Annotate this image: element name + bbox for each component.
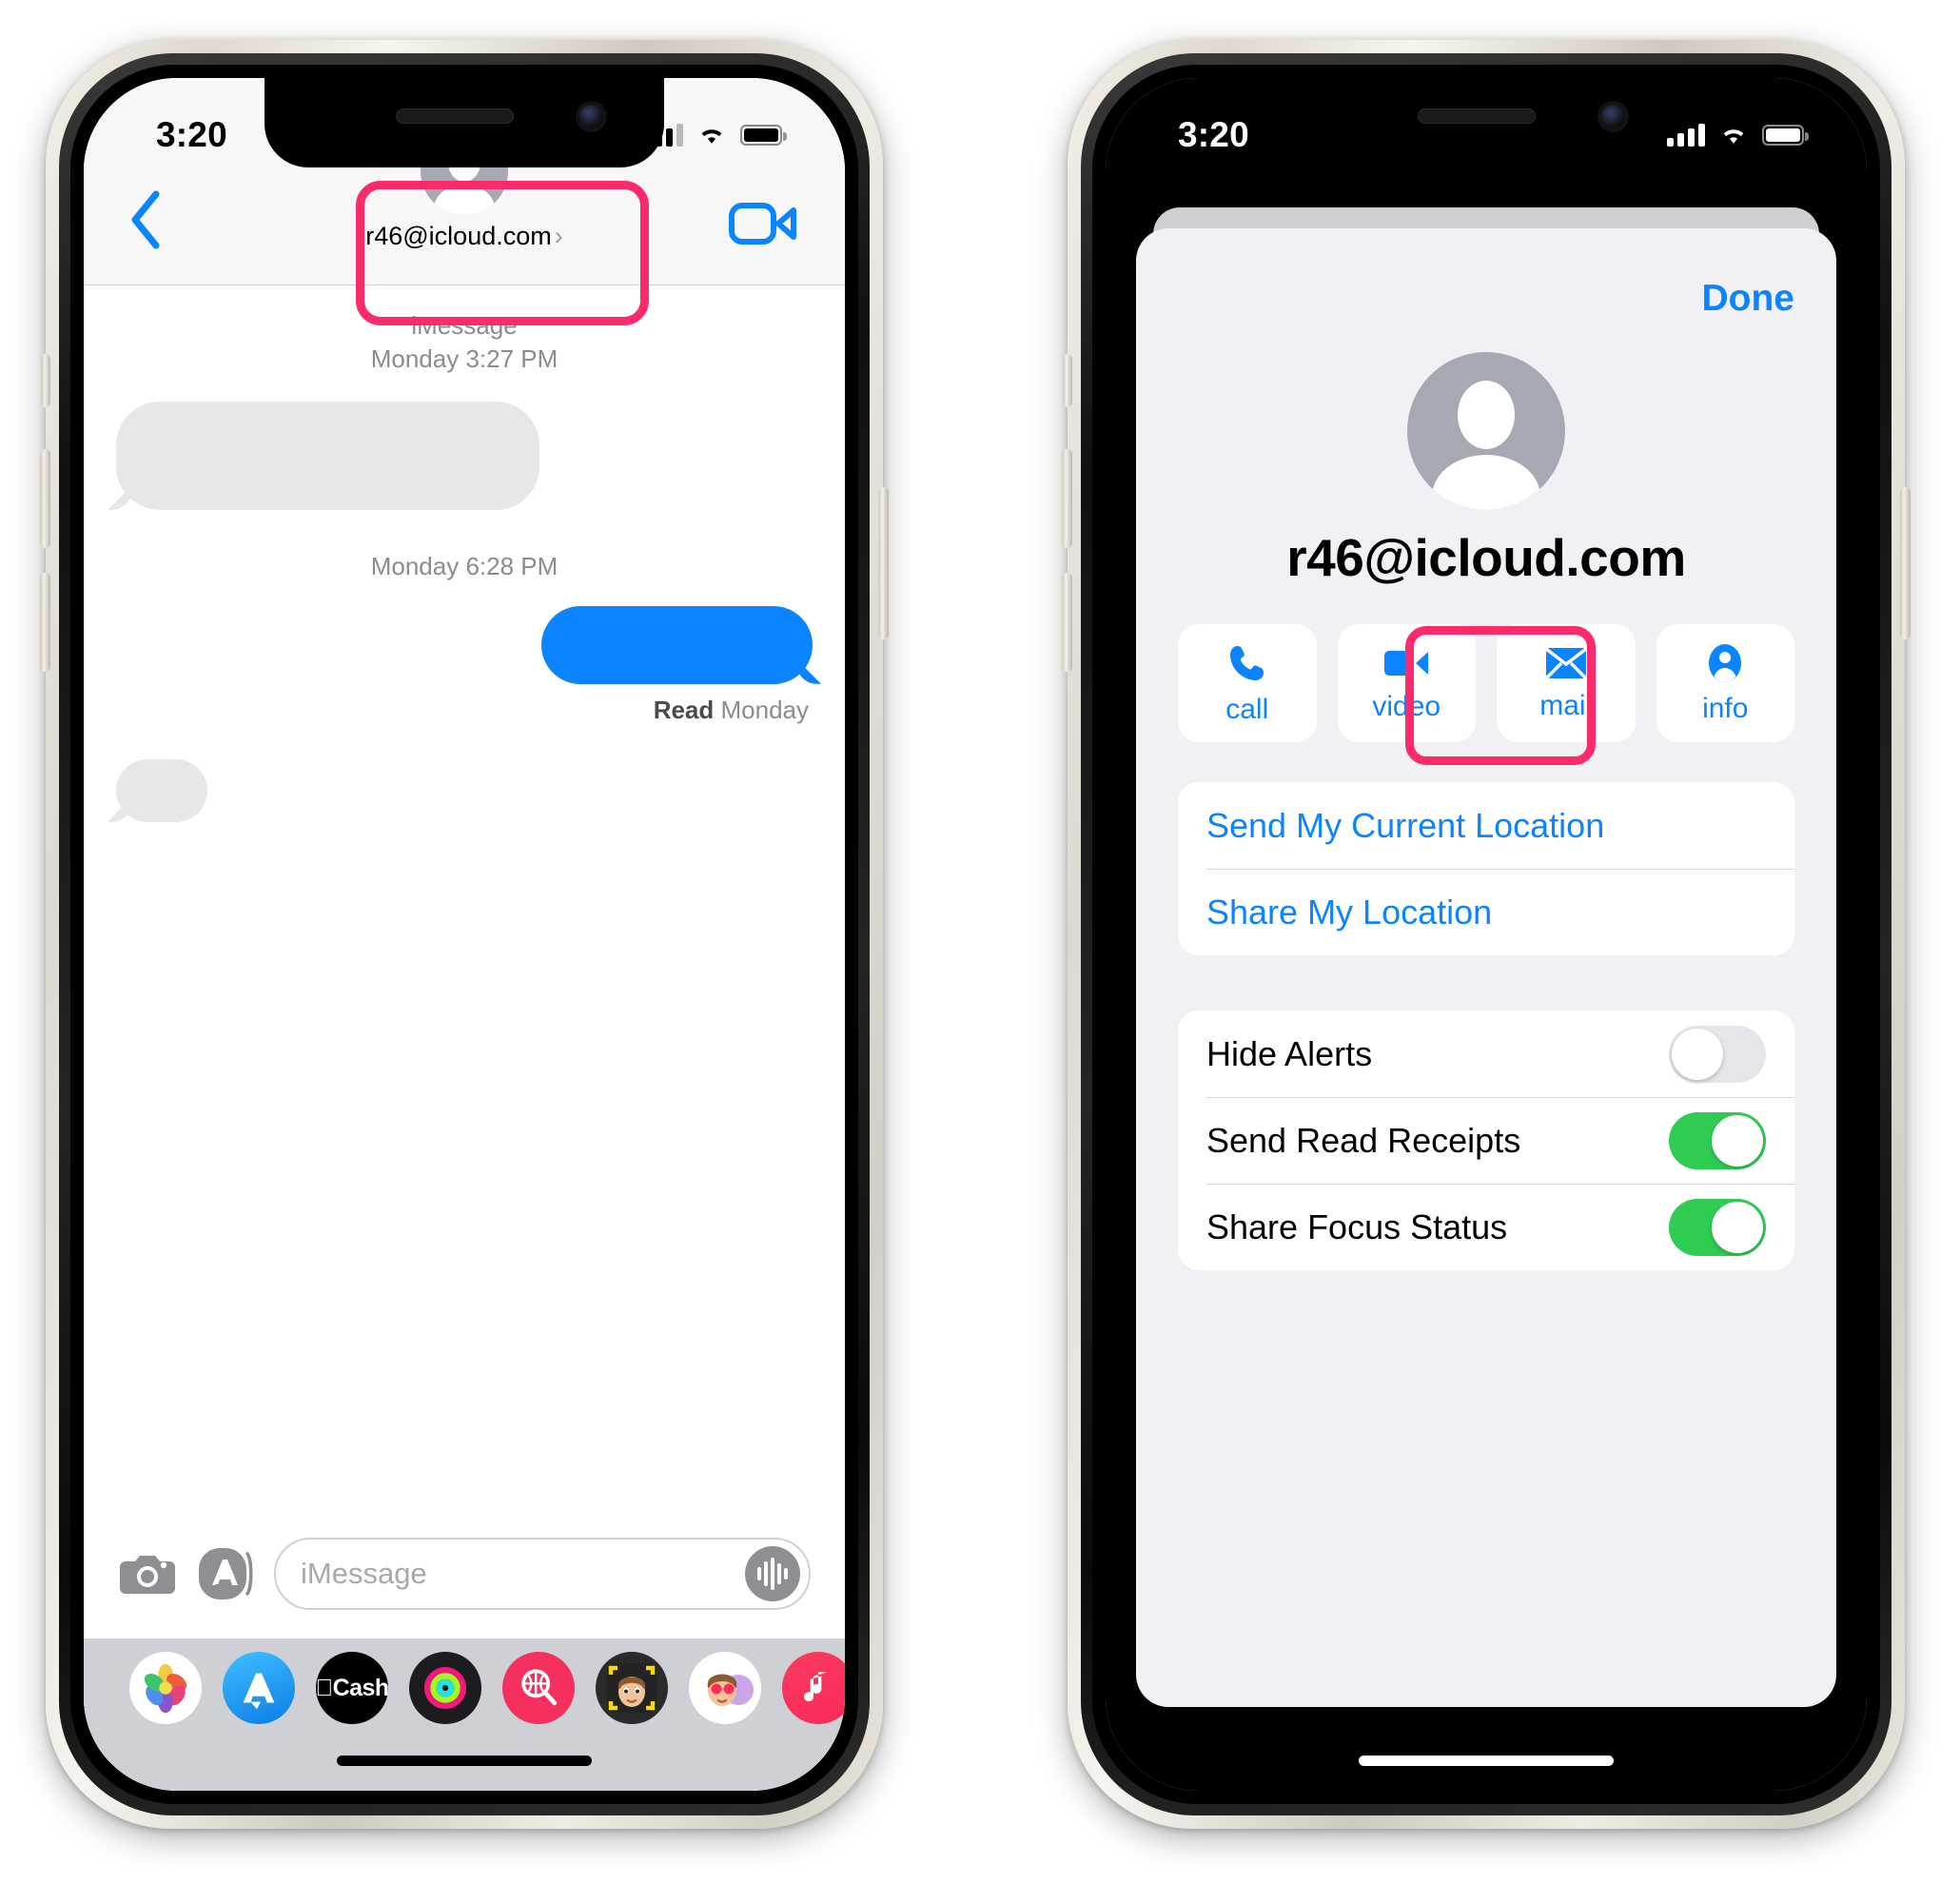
video-camera-icon [1384,650,1429,676]
service-and-time-header: iMessage Monday 3:27 PM [84,309,845,375]
phone-icon [1229,645,1264,680]
incoming-message-bubble[interactable] [116,402,539,511]
read-receipt: Read Monday [84,696,845,725]
send-current-location-row[interactable]: Send My Current Location [1178,782,1794,869]
camera-icon[interactable] [118,1544,177,1603]
read-receipt-value: Monday [720,695,810,724]
app-store-app-icon[interactable] [223,1652,295,1724]
right-screen: 3:20 Done r46@icloud.com call video mail… [1106,78,1867,1791]
video-camera-icon[interactable] [729,200,797,247]
iphone-device-right: 3:20 Done r46@icloud.com call video mail… [1062,40,1911,1829]
home-indicator[interactable] [1359,1756,1614,1766]
send-read-receipts-toggle[interactable] [1669,1111,1766,1169]
side-power-button[interactable] [878,487,889,639]
hide-alerts-toggle[interactable] [1669,1025,1766,1083]
volume-up-button[interactable] [1062,449,1072,548]
home-indicator[interactable] [337,1756,592,1766]
status-bar-right: 3:20 [1106,78,1867,169]
contact-title: r46@icloud.com [1286,528,1686,587]
send-current-location-label: Send My Current Location [1206,805,1605,845]
location-group: Send My Current Location Share My Locati… [1178,782,1794,955]
person-circle-icon [1709,643,1742,682]
message-input-bar: iMessage [84,1509,845,1638]
apple-cash-app-icon[interactable]: Cash [316,1652,388,1724]
share-my-location-row[interactable]: Share My Location [1178,869,1794,955]
person-avatar-icon [1407,352,1565,510]
hide-alerts-row[interactable]: Hide Alerts [1178,1010,1794,1097]
send-read-receipts-row[interactable]: Send Read Receipts [1178,1097,1794,1184]
settings-toggle-group: Hide Alerts Send Read Receipts Share Foc… [1178,1010,1794,1270]
service-label: iMessage [411,311,518,340]
device-bezel: 3:20 Done r46@icloud.com call video mail… [1092,65,1880,1804]
left-screen: 3:20 r46@icloud.com › iMessage Monday 3:… [84,78,845,1791]
share-my-location-label: Share My Location [1206,892,1493,932]
read-receipt-prefix: Read [653,695,715,724]
fitness-rings-app-icon[interactable] [409,1652,481,1724]
share-focus-status-label: Share Focus Status [1206,1207,1508,1246]
status-indicators [645,124,787,147]
memoji-app-icon[interactable] [596,1652,668,1724]
wifi-icon [1723,129,1744,144]
message-list[interactable]: iMessage Monday 3:27 PM Monday 6:28 PM R… [84,286,845,1509]
battery-icon [1762,125,1809,146]
contact-info-sheet: Done r46@icloud.com call video mail info… [1136,228,1836,1707]
contact-name: r46@icloud.com [365,222,552,250]
device-inner-frame: 3:20 Done r46@icloud.com call video mail… [1081,53,1891,1815]
volume-up-button[interactable] [40,449,50,548]
wifi-icon [701,129,722,144]
iphone-device-left: 3:20 r46@icloud.com › iMessage Monday 3:… [40,40,889,1829]
photos-app-icon[interactable] [129,1652,202,1724]
memoji-stickers-app-icon[interactable] [689,1652,761,1724]
cellular-bars-icon [1667,124,1705,147]
message-placeholder: iMessage [301,1557,427,1590]
screenshot-canvas: 3:20 r46@icloud.com › iMessage Monday 3:… [0,0,1960,1903]
imessage-app-drawer[interactable]: Cash [84,1638,845,1791]
cellular-bars-icon [645,124,683,147]
status-bar-left: 3:20 [84,78,845,169]
side-power-button[interactable] [1900,487,1911,639]
video-action-button[interactable]: video [1337,624,1476,742]
volume-down-button[interactable] [40,573,50,672]
audio-waveform-icon[interactable] [745,1546,800,1601]
hide-alerts-label: Hide Alerts [1206,1033,1373,1073]
outgoing-message-bubble[interactable] [541,605,813,684]
mail-action-label: mail [1539,689,1593,721]
status-time: 3:20 [156,115,227,154]
status-time: 3:20 [1178,115,1249,154]
call-action-button[interactable]: call [1178,624,1317,742]
info-action-button[interactable]: info [1656,624,1794,742]
share-focus-status-toggle[interactable] [1669,1198,1766,1256]
contact-info-sheet-screen: 3:20 Done r46@icloud.com call video mail… [1106,78,1867,1791]
chevron-right-icon: › [554,222,563,250]
app-store-icon[interactable] [196,1544,255,1603]
done-button[interactable]: Done [1702,278,1795,320]
share-focus-status-row[interactable]: Share Focus Status [1178,1184,1794,1270]
second-timestamp: Monday 6:28 PM [370,552,559,581]
contact-header-label-row: r46@icloud.com › [365,222,563,251]
contact-action-row: call video mail info [1136,624,1836,742]
send-read-receipts-label: Send Read Receipts [1206,1120,1521,1160]
incoming-message-bubble-short[interactable] [116,758,207,822]
mail-action-button[interactable]: mail [1497,624,1636,742]
first-timestamp: Monday 3:27 PM [370,343,559,373]
music-app-icon[interactable] [782,1652,845,1724]
silent-switch[interactable] [41,354,50,407]
silent-switch[interactable] [1063,354,1072,407]
battery-icon [740,125,787,146]
volume-down-button[interactable] [1062,573,1072,672]
message-text-field[interactable]: iMessage [274,1538,811,1610]
device-bezel: 3:20 r46@icloud.com › iMessage Monday 3:… [70,65,858,1804]
video-action-label: video [1372,690,1441,722]
status-indicators [1667,124,1809,147]
device-inner-frame: 3:20 r46@icloud.com › iMessage Monday 3:… [59,53,870,1815]
info-action-label: info [1702,692,1749,724]
envelope-icon [1544,647,1587,679]
chevron-left-icon[interactable] [126,188,164,251]
image-search-app-icon[interactable] [502,1652,575,1724]
call-action-label: call [1225,693,1269,725]
messages-thread-screen: 3:20 r46@icloud.com › iMessage Monday 3:… [84,78,845,1791]
